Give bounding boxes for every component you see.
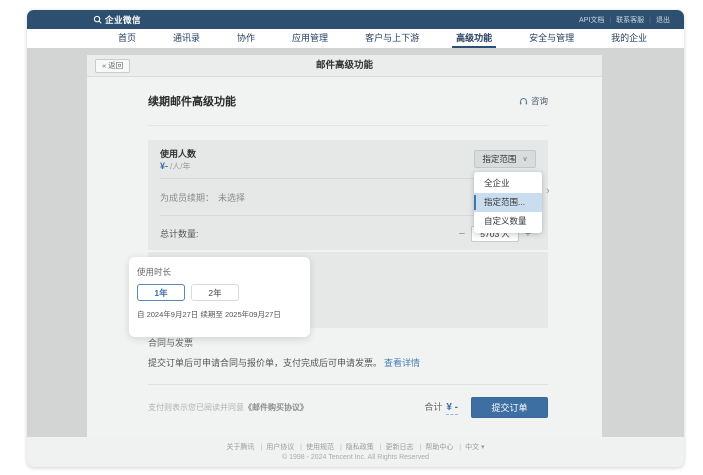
contract-desc-text: 提交订单后可申请合同与报价单，支付完成后可申请发票。 xyxy=(148,358,382,368)
footer-links: 关于腾讯 用户协议 使用规范 隐私政策 更新日志 帮助中心 中文 ▾ xyxy=(27,442,684,452)
nav-item-app-management[interactable]: 应用管理 xyxy=(292,29,328,48)
duration-card: 使用时长 1年 2年 自 2024年9月27日 续期至 2025年09月27日 xyxy=(129,257,310,337)
scope-select[interactable]: 指定范围 ∨ xyxy=(474,150,536,168)
footer-link-privacy-policy[interactable]: 隐私政策 xyxy=(336,444,374,451)
consult-label: 咨询 xyxy=(531,95,548,107)
divider xyxy=(148,384,548,385)
nav-item-collaboration[interactable]: 协作 xyxy=(237,29,255,48)
nav-item-my-company[interactable]: 我的企业 xyxy=(611,29,647,48)
total-count-label: 总计数量: xyxy=(160,227,199,240)
footer-link-changelog[interactable]: 更新日志 xyxy=(376,444,414,451)
topbar-links: API文档 联系客服 退出 xyxy=(579,10,670,29)
consult-link[interactable]: 咨询 xyxy=(519,95,548,107)
topbar-link-logout[interactable]: 退出 xyxy=(644,15,670,25)
agreement-prefix: 支付则表示您已阅读并同意 xyxy=(148,403,244,412)
scope-option-custom-count[interactable]: 自定义数量 xyxy=(474,212,542,231)
main-nav: 首页 通讯录 协作 应用管理 客户与上下游 高级功能 安全与管理 我的企业 xyxy=(27,29,684,48)
browser-window: 企业微信 API文档 联系客服 退出 首页 通讯录 协作 应用管理 客户与上下游… xyxy=(27,10,684,467)
page-background: « 返回 邮件高级功能 续期邮件高级功能 咨询 使用人数 ¥-/人/年 xyxy=(27,48,684,467)
app-logo: 企业微信 xyxy=(93,14,141,26)
contract-description: 提交订单后可申请合同与报价单，支付完成后可申请发票。查看详情 xyxy=(148,356,420,369)
back-button[interactable]: « 返回 xyxy=(95,59,130,73)
nav-item-home[interactable]: 首页 xyxy=(118,29,136,48)
renew-value: 未选择 xyxy=(218,191,245,204)
scope-dropdown-menu: 全企业 指定范围... 自定义数量 xyxy=(474,172,542,233)
users-label: 使用人数 xyxy=(160,147,196,160)
page-footer: 关于腾讯 用户协议 使用规范 隐私政策 更新日志 帮助中心 中文 ▾ © 199… xyxy=(27,437,684,467)
card-title-bar: « 返回 邮件高级功能 xyxy=(87,55,602,77)
nav-item-security-management[interactable]: 安全与管理 xyxy=(529,29,574,48)
app-logo-text: 企业微信 xyxy=(105,14,141,26)
order-total: 合计 ¥ - xyxy=(424,400,458,415)
topbar-link-api-docs[interactable]: API文档 xyxy=(579,15,604,25)
footer-link-about-tencent[interactable]: 关于腾讯 xyxy=(226,444,254,451)
divider xyxy=(148,125,548,126)
contract-heading: 合同与发票 xyxy=(148,336,193,349)
scope-select-value: 指定范围 xyxy=(482,153,516,165)
total-label: 合计 xyxy=(424,400,442,413)
wecom-logo-icon xyxy=(93,15,102,24)
checkout-bar: 支付则表示您已阅读并同意《邮件购买协议》 合计 ¥ - 提交订单 xyxy=(148,396,548,418)
duration-label: 使用时长 xyxy=(137,266,302,278)
nav-item-customers[interactable]: 客户与上下游 xyxy=(365,29,419,48)
agreement-link[interactable]: 《邮件购买协议》 xyxy=(244,403,308,412)
footer-link-user-agreement[interactable]: 用户协议 xyxy=(256,444,294,451)
total-amount: ¥ - xyxy=(446,402,458,415)
stepper-minus-button[interactable]: − xyxy=(456,228,468,240)
footer-language-select[interactable]: 中文 ▾ xyxy=(455,444,484,451)
duration-options: 1年 2年 xyxy=(137,284,302,301)
view-details-link[interactable]: 查看详情 xyxy=(384,358,420,368)
section-heading: 续期邮件高级功能 xyxy=(148,93,236,109)
price-unit: /人/年 xyxy=(170,162,190,171)
users-price: ¥-/人/年 xyxy=(160,161,190,172)
topbar-link-contact-support[interactable]: 联系客服 xyxy=(604,15,644,25)
submit-order-button[interactable]: 提交订单 xyxy=(471,397,548,418)
agreement-text: 支付则表示您已阅读并同意《邮件购买协议》 xyxy=(148,402,308,413)
price-value: ¥- xyxy=(160,161,168,171)
duration-date-note: 自 2024年9月27日 续期至 2025年09月27日 xyxy=(137,309,302,320)
headset-icon xyxy=(519,97,528,106)
footer-link-help-center[interactable]: 帮助中心 xyxy=(416,444,454,451)
scope-option-specified-range[interactable]: 指定范围... xyxy=(474,193,542,212)
chevron-right-icon[interactable]: › xyxy=(546,185,550,197)
content-card: « 返回 邮件高级功能 续期邮件高级功能 咨询 使用人数 ¥-/人/年 xyxy=(87,55,602,437)
chevron-down-icon: ∨ xyxy=(522,155,527,163)
nav-item-advanced-features[interactable]: 高级功能 xyxy=(456,29,492,48)
duration-option-2-years[interactable]: 2年 xyxy=(191,284,239,301)
footer-link-usage-rules[interactable]: 使用规范 xyxy=(296,444,334,451)
nav-item-contacts[interactable]: 通讯录 xyxy=(173,29,200,48)
top-bar: 企业微信 API文档 联系客服 退出 xyxy=(27,10,684,29)
copyright-text: © 1998 - 2024 Tencent Inc. All Rights Re… xyxy=(27,454,684,461)
renew-label: 为成员续期： xyxy=(160,191,214,204)
scope-option-whole-company[interactable]: 全企业 xyxy=(474,174,542,193)
duration-option-1-year[interactable]: 1年 xyxy=(137,284,185,301)
page-title: 邮件高级功能 xyxy=(87,55,602,77)
